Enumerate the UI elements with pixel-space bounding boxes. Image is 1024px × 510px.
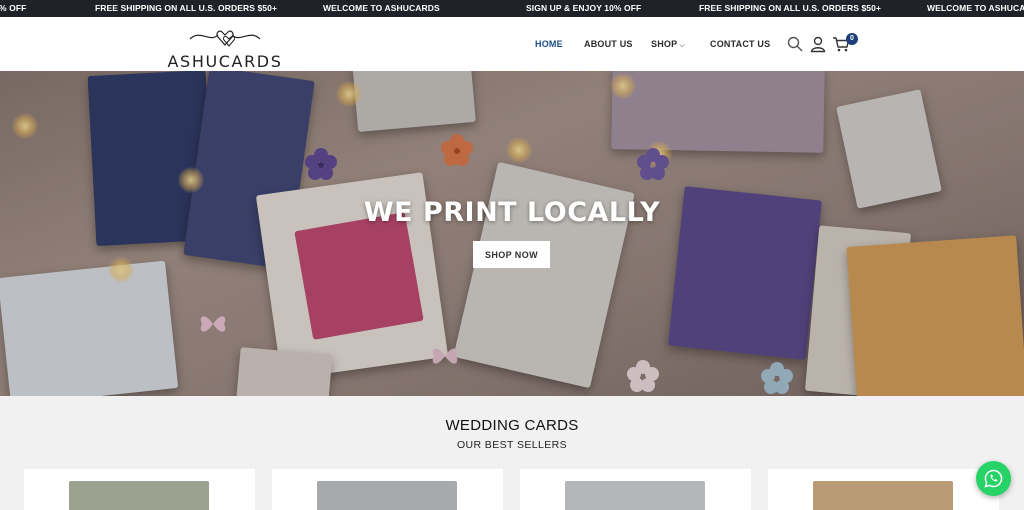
product-image (813, 481, 953, 510)
whatsapp-icon (984, 469, 1003, 488)
announcement-message: % OFF (0, 3, 27, 13)
product-card[interactable] (24, 469, 255, 510)
announcement-message: WELCOME TO ASHUCARDS (323, 3, 440, 13)
wedding-cards-section: WEDDING CARDS OUR BEST SELLERS (0, 396, 1024, 510)
section-subtitle: OUR BEST SELLERS (456, 439, 568, 451)
hero-overlay (0, 71, 1024, 396)
hero-banner: WE PRINT LOCALLY SHOP NOW (0, 71, 1024, 396)
product-card[interactable] (272, 469, 503, 510)
nav-shop-label: SHOP (651, 39, 678, 49)
product-card[interactable] (768, 469, 999, 510)
announcement-message: FREE SHIPPING ON ALL U.S. ORDERS $50+ (95, 3, 278, 13)
product-image (69, 481, 209, 510)
product-image (565, 481, 705, 510)
search-icon[interactable] (786, 35, 804, 53)
announcement-message: SIGN UP & ENJOY 10% OFF (526, 3, 642, 13)
site-logo[interactable]: ASHUCARDS (166, 25, 284, 71)
cart-count-badge: 0 (846, 33, 858, 45)
announcement-message: FREE SHIPPING ON ALL U.S. ORDERS $50+ (699, 3, 882, 13)
shop-now-button[interactable]: SHOP NOW (473, 241, 550, 268)
whatsapp-chat-button[interactable] (976, 461, 1011, 496)
logo-text: ASHUCARDS (167, 52, 283, 71)
section-title: WEDDING CARDS (445, 417, 579, 434)
product-card[interactable] (520, 469, 751, 510)
logo-heart-flourish-icon (189, 30, 261, 47)
user-icon[interactable] (809, 35, 827, 53)
site-header: ASHUCARDS HOME ABOUT US SHOP ⌵ CONTACT US… (0, 17, 1024, 71)
product-image (317, 481, 457, 510)
nav-home[interactable]: HOME (535, 39, 563, 49)
announcement-message: WELCOME TO ASHUCARDS (927, 3, 1024, 13)
nav-shop[interactable]: SHOP ⌵ (651, 39, 685, 50)
nav-about-us[interactable]: ABOUT US (584, 39, 633, 49)
chevron-down-icon: ⌵ (679, 42, 685, 49)
nav-contact-us[interactable]: CONTACT US (710, 39, 770, 49)
announcement-bar: % OFF FREE SHIPPING ON ALL U.S. ORDERS $… (0, 0, 1024, 17)
hero-title: WE PRINT LOCALLY (363, 197, 661, 228)
